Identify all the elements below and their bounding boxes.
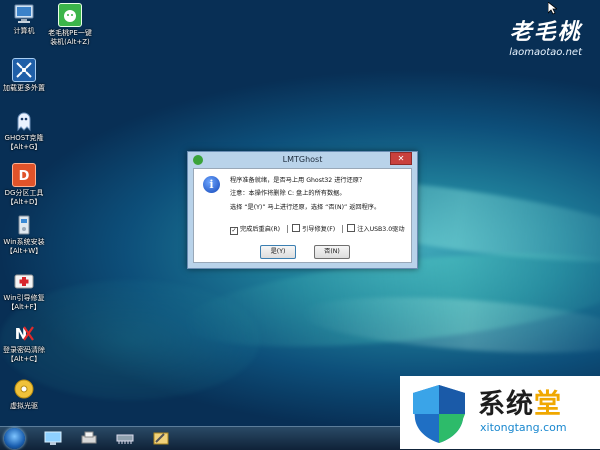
memory-chip-icon[interactable] [116,430,134,446]
checkbox-icon[interactable] [292,224,301,232]
desktop-icon-virtual-drive[interactable]: 虚拟光驱 [2,378,46,411]
desktop-icon-password-clear[interactable]: N 登录密码清除 【Alt+C】 [2,322,46,364]
message-line-1: 程序准备就绪，是否马上用 Ghost32 进行还原？ [230,177,366,184]
close-button[interactable]: ✕ [390,152,412,165]
dg-partition-icon: D [12,163,36,187]
option-boot-repair[interactable]: 引导修复(F) [292,224,335,233]
desktop-icon-laomaotao-pe[interactable]: 老毛桃PE一键 装机(Alt+Z) [48,3,92,47]
display-icon[interactable] [44,430,62,446]
message-line-3: 选择 “是(Y)” 马上进行还原，选择 “否(N)” 返回程序。 [230,204,381,211]
disk-install-icon [13,214,35,236]
ghost-icon [13,110,35,132]
start-button[interactable] [4,428,25,449]
laomaotao-icon [58,3,82,27]
peripherals-icon [12,58,36,82]
brand-logo: 老毛桃 laomaotao.net [509,14,582,58]
desktop-icon-computer[interactable]: 计算机 [2,3,46,36]
desktop-icon-dg-partition[interactable]: D DG分区工具 【Alt+D】 [2,163,46,207]
option-usb3-driver[interactable]: 注入USB3.0驱动 [347,224,405,233]
watermark-title: 系统堂 [478,389,562,420]
brand-title: 老毛桃 [509,19,582,45]
yes-button[interactable]: 是(Y) [260,245,296,259]
checkbox-icon[interactable] [347,224,356,232]
options-row: ✓ 完成后重启(R) 引导修复(F) 注入USB3.0驱动 [230,224,412,235]
dialog-content: i 程序准备就绪，是否马上用 Ghost32 进行还原？ 注意：本操作将删除 C… [193,168,412,263]
password-clear-icon: N [13,322,35,344]
printer-icon[interactable] [80,430,98,446]
no-button[interactable]: 否(N) [314,245,350,259]
cd-icon [13,378,35,400]
brand-url: laomaotao.net [509,47,582,58]
dialog-titlebar[interactable]: LMTGhost ✕ [188,152,417,168]
tools-icon[interactable] [152,430,170,446]
desktop-icon-ghost[interactable]: GHOST克隆 【Alt+G】 [2,110,46,152]
desktop-icon-label: 计算机 [13,27,35,35]
desktop-icon-load-peripherals[interactable]: 加载更多外置 [2,58,46,93]
watermark-url: xitongtang.com [480,421,567,434]
desktop-icon-win-boot-repair[interactable]: Win引导修复 【Alt+F】 [2,270,46,312]
message-line-2: 注意：本操作将删除 C: 盘上的所有数据。 [230,190,346,197]
lmtghost-dialog: LMTGhost ✕ i 程序准备就绪，是否马上用 Ghost32 进行还原？ … [187,151,418,269]
checkbox-checked-icon[interactable]: ✓ [230,227,238,235]
xitongtang-watermark: 系统堂 xitongtang.com [400,376,600,449]
desktop-icon-win-install[interactable]: Win系统安装 【Alt+W】 [2,214,46,256]
first-aid-icon [13,270,35,292]
mouse-cursor-icon [548,2,557,15]
option-restart[interactable]: ✓ 完成后重启(R) [230,224,280,235]
svg-text:D: D [19,169,30,184]
info-icon: i [203,176,220,193]
computer-icon [13,3,35,25]
shield-icon [413,385,465,443]
dialog-title: LMTGhost [282,155,323,164]
